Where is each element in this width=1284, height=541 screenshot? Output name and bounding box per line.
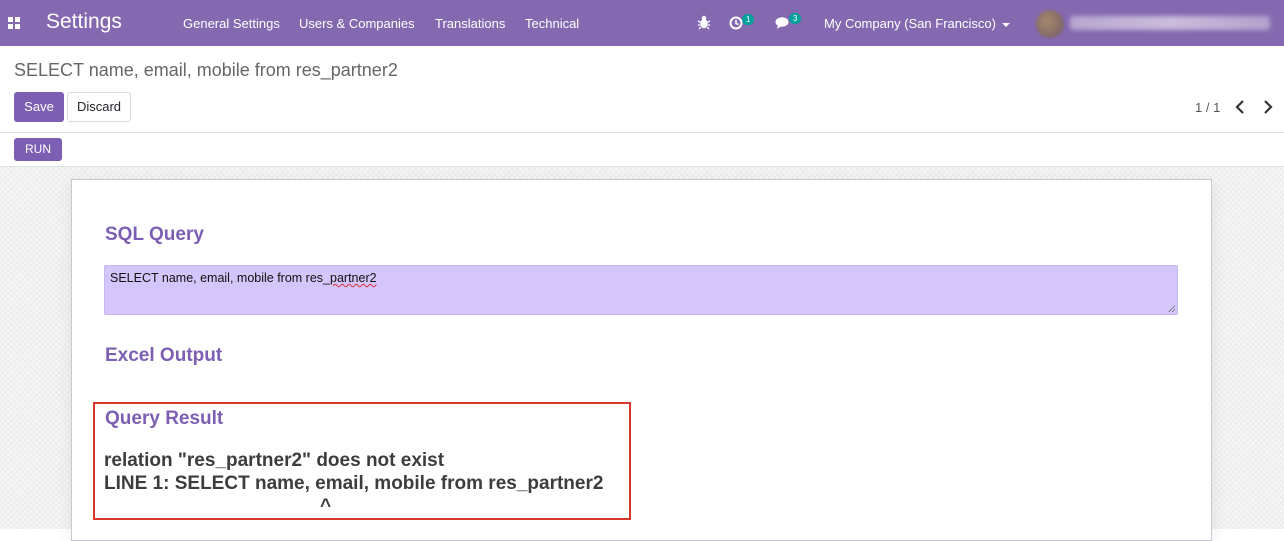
bug-icon[interactable] — [697, 14, 711, 35]
discard-button[interactable]: Discard — [67, 92, 131, 122]
divider — [0, 132, 1284, 133]
sql-query-misspelled-word: partner2 — [330, 271, 377, 285]
user-name-blurred[interactable] — [1070, 16, 1270, 30]
avatar[interactable] — [1036, 10, 1064, 38]
resize-handle[interactable] — [1168, 305, 1175, 312]
chevron-left-icon[interactable] — [1233, 97, 1249, 117]
chevron-down-icon — [1001, 22, 1010, 27]
menu-translations[interactable]: Translations — [435, 16, 505, 31]
company-switcher[interactable]: My Company (San Francisco) — [824, 16, 1010, 31]
error-message-line: relation "res_partner2" does not exist — [104, 450, 445, 471]
apps-icon[interactable] — [8, 17, 20, 29]
run-button[interactable]: RUN — [14, 138, 62, 161]
save-button[interactable]: Save — [14, 92, 64, 122]
activity-badge: 1 — [742, 14, 755, 25]
messages-badge: 3 — [789, 13, 802, 24]
query-result-label: Query Result — [105, 408, 224, 429]
sql-query-input[interactable]: SELECT name, email, mobile from res_part… — [104, 265, 1178, 315]
menu-users-companies[interactable]: Users & Companies — [299, 16, 415, 31]
sql-query-label: SQL Query — [105, 224, 204, 245]
breadcrumb: SELECT name, email, mobile from res_part… — [14, 60, 398, 80]
error-caret: ^ — [320, 496, 332, 517]
error-message-line: LINE 1: SELECT name, email, mobile from … — [104, 473, 604, 494]
pager-value: 1 / 1 — [1195, 100, 1221, 115]
chevron-right-icon[interactable] — [1261, 97, 1277, 117]
menu-general-settings[interactable]: General Settings — [183, 16, 280, 31]
menu-technical[interactable]: Technical — [525, 16, 579, 31]
excel-output-label: Excel Output — [105, 345, 223, 366]
sql-query-text: SELECT name, email, mobile from res_ — [110, 271, 330, 285]
top-navbar: Settings General Settings Users & Compan… — [0, 0, 1284, 46]
company-name: My Company (San Francisco) — [824, 16, 996, 31]
app-title: Settings — [46, 10, 122, 33]
